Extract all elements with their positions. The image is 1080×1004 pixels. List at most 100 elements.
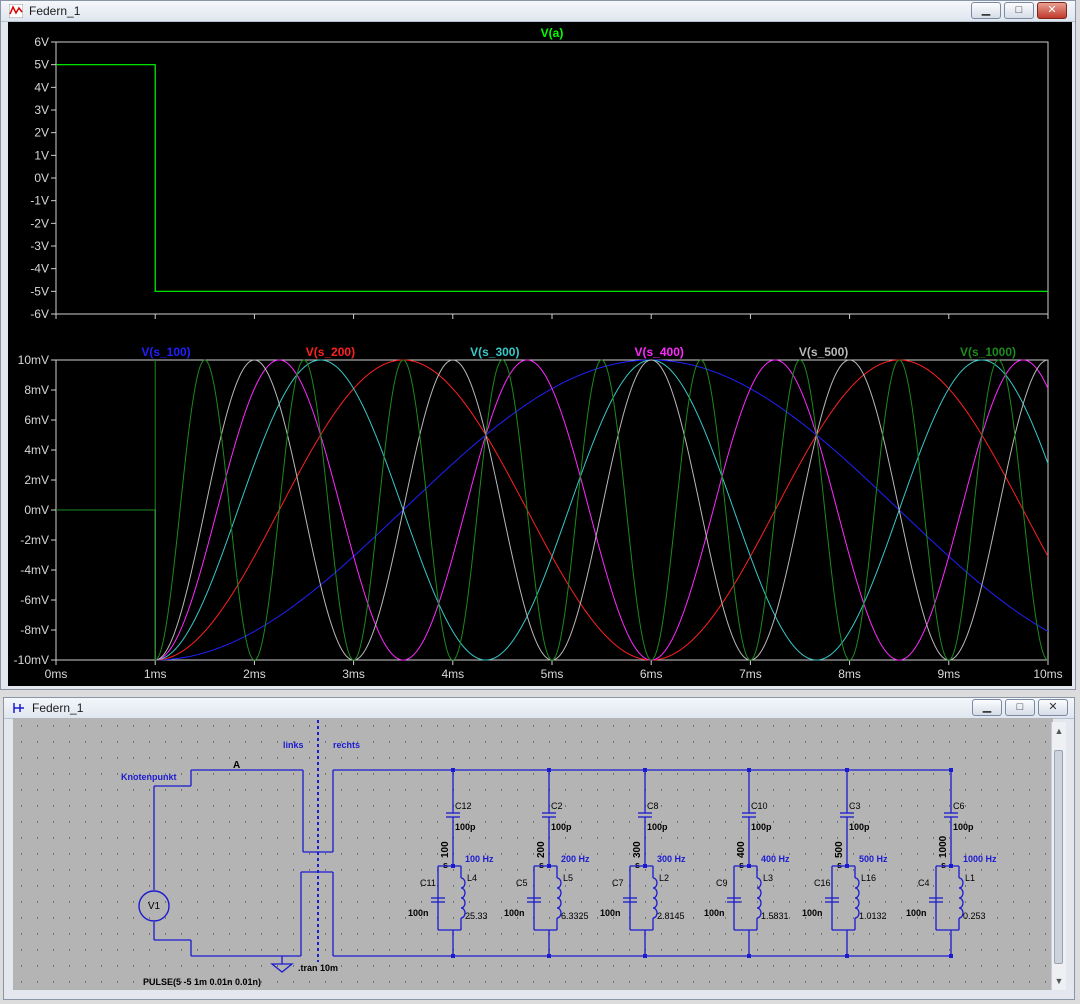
- frequency-label: 500 Hz: [859, 854, 888, 864]
- y-tick-label: 0V: [34, 171, 49, 185]
- y-tick-label: -6V: [30, 307, 49, 321]
- close-button[interactable]: ✕: [1038, 699, 1068, 716]
- y-tick-label: -5V: [30, 284, 49, 298]
- capacitor-value: 100p: [849, 822, 870, 832]
- x-tick-label: 3ms: [342, 667, 365, 681]
- y-tick-label: -1V: [30, 194, 49, 208]
- y-tick-label: 4mV: [24, 443, 49, 457]
- y-tick-label: 6V: [34, 35, 49, 49]
- spice-directive-tran: .tran 10m: [298, 963, 338, 973]
- scroll-down-icon[interactable]: ▼: [1052, 976, 1066, 986]
- trace-label-vs400[interactable]: V(s_400): [635, 345, 684, 359]
- node-prefix-s: s: [539, 860, 544, 870]
- capacitor-name: C3: [849, 801, 861, 811]
- trace-label-vs100[interactable]: V(s_100): [141, 345, 190, 359]
- capacitor-value: 100p: [953, 822, 974, 832]
- inductor-value: 1.5831: [761, 911, 789, 921]
- inductor-name: L2: [659, 873, 669, 883]
- y-tick-label: -6mV: [20, 593, 49, 607]
- capacitor-name: C12: [455, 801, 472, 811]
- scroll-up-icon[interactable]: ▲: [1052, 726, 1066, 736]
- capacitor-name: C6: [953, 801, 965, 811]
- resistor-number: 100: [440, 841, 451, 858]
- capacitor-name: C8: [647, 801, 659, 811]
- capacitor-value: 100n: [600, 908, 621, 918]
- plot-window: Federn_1 ▁ □ ✕ 6V 5V 4V 3V 2V 1V 0V -1V -2V -3V -4…: [0, 0, 1076, 690]
- scroll-thumb[interactable]: [1054, 750, 1063, 964]
- capacitor-value: 100n: [408, 908, 429, 918]
- capacitor-value: 100p: [647, 822, 668, 832]
- capacitor-value: 100n: [906, 908, 927, 918]
- trace-label-vs200[interactable]: V(s_200): [306, 345, 355, 359]
- node-prefix-s: s: [635, 860, 640, 870]
- y-tick-label: -4mV: [20, 563, 49, 577]
- node-label-knotenpunkt: Knotenpunkt: [121, 772, 177, 782]
- plot-pane-frame: [55, 41, 1049, 315]
- y-tick-label: -2V: [30, 216, 49, 230]
- x-tick-label: 0ms: [45, 667, 68, 681]
- y-tick-label: 6mV: [24, 413, 49, 427]
- source-pulse-spec: PULSE(5 -5 1m 0.01n 0.01n): [143, 977, 261, 987]
- inductor-value: 0.253: [963, 911, 986, 921]
- maximize-button[interactable]: □: [1005, 699, 1035, 716]
- inductor-name: L5: [563, 873, 573, 883]
- y-tick-label: 4V: [34, 80, 49, 94]
- node-label-a: A: [233, 760, 240, 771]
- schematic-diagram[interactable]: V1 Knotenpunkt Alinks rechts .tran 10m PULSE(…: [13, 718, 1053, 990]
- x-tick-label: 6ms: [640, 667, 663, 681]
- capacitor-value: 100p: [455, 822, 476, 832]
- y-tick-label: -3V: [30, 239, 49, 253]
- label-rechts: rechts: [333, 740, 360, 750]
- waveform-plot-area[interactable]: 6V 5V 4V 3V 2V 1V 0V -1V -2V -3V -4V -5V -6V V(a) 10mV…: [8, 22, 1072, 686]
- frequency-label: 100 Hz: [465, 854, 494, 864]
- vertical-scrollbar[interactable]: ▲ ▼: [1051, 722, 1066, 990]
- schematic-app-icon: [13, 703, 24, 713]
- schematic-canvas[interactable]: V1 Knotenpunkt Alinks rechts .tran 10m PULSE(…: [13, 718, 1053, 990]
- y-tick-label: 5V: [34, 58, 49, 72]
- node-prefix-s: s: [941, 860, 946, 870]
- schematic-window: Federn_1 ▁ □ ✕ V1 Knotenpunkt Alinks rechts…: [3, 697, 1075, 1000]
- capacitor-name: C11: [420, 878, 436, 888]
- schematic-titlebar[interactable]: Federn_1 ▁ □ ✕: [4, 698, 1074, 719]
- inductor-value: 1.0132: [859, 911, 887, 921]
- capacitor-name: C7: [612, 878, 624, 888]
- y-tick-label: -10mV: [14, 653, 49, 667]
- frequency-label: 300 Hz: [657, 854, 686, 864]
- resistor-number: 500: [834, 841, 845, 858]
- resistor-number: 300: [632, 841, 643, 858]
- capacitor-name: C4: [918, 878, 930, 888]
- close-button[interactable]: ✕: [1037, 2, 1067, 19]
- frequency-label: 400 Hz: [761, 854, 790, 864]
- inductor-name: L4: [467, 873, 477, 883]
- label-links: links: [283, 740, 304, 750]
- waveform-chart[interactable]: 6V 5V 4V 3V 2V 1V 0V -1V -2V -3V -4V -5V -6V V(a) 10mV…: [8, 22, 1072, 686]
- capacitor-name: C9: [716, 878, 728, 888]
- capacitor-value: 100n: [802, 908, 823, 918]
- x-tick-label: 4ms: [441, 667, 464, 681]
- plot-titlebar[interactable]: Federn_1 ▁ □ ✕: [1, 1, 1075, 22]
- y-tick-label: -8mV: [20, 623, 49, 637]
- y-tick-label: 2mV: [24, 473, 49, 487]
- trace-label-vs500[interactable]: V(s_500): [799, 345, 848, 359]
- x-tick-label: 9ms: [937, 667, 960, 681]
- trace-label-vs300[interactable]: V(s_300): [470, 345, 519, 359]
- maximize-button[interactable]: □: [1004, 2, 1034, 19]
- minimize-button[interactable]: ▁: [972, 699, 1002, 716]
- inductor-name: L3: [763, 873, 773, 883]
- y-tick-label: 1V: [34, 148, 49, 162]
- x-tick-label: 5ms: [541, 667, 564, 681]
- inductor-value: 25.33: [465, 911, 488, 921]
- resistor-number: 200: [536, 841, 547, 858]
- capacitor-value: 100p: [551, 822, 572, 832]
- y-tick-label: -4V: [30, 262, 49, 276]
- x-tick-label: 8ms: [838, 667, 861, 681]
- inductor-value: 6.3325: [561, 911, 589, 921]
- node-prefix-s: s: [739, 860, 744, 870]
- resistor-number: 400: [736, 841, 747, 858]
- inductor-value: 2.8145: [657, 911, 685, 921]
- minimize-button[interactable]: ▁: [971, 2, 1001, 19]
- trace-label-va[interactable]: V(a): [541, 26, 564, 40]
- capacitor-name: C16: [814, 878, 831, 888]
- y-tick-label: -2mV: [20, 533, 49, 547]
- trace-label-vs1000[interactable]: V(s_1000): [960, 345, 1016, 359]
